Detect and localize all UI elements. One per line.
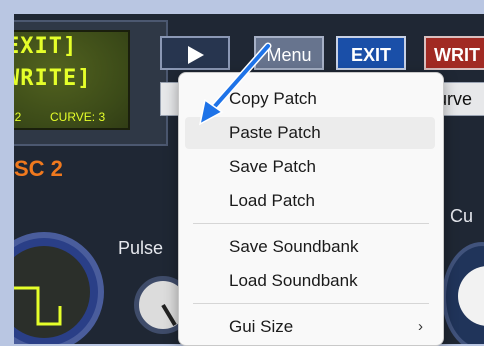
annotation-arrow-icon (198, 42, 272, 126)
